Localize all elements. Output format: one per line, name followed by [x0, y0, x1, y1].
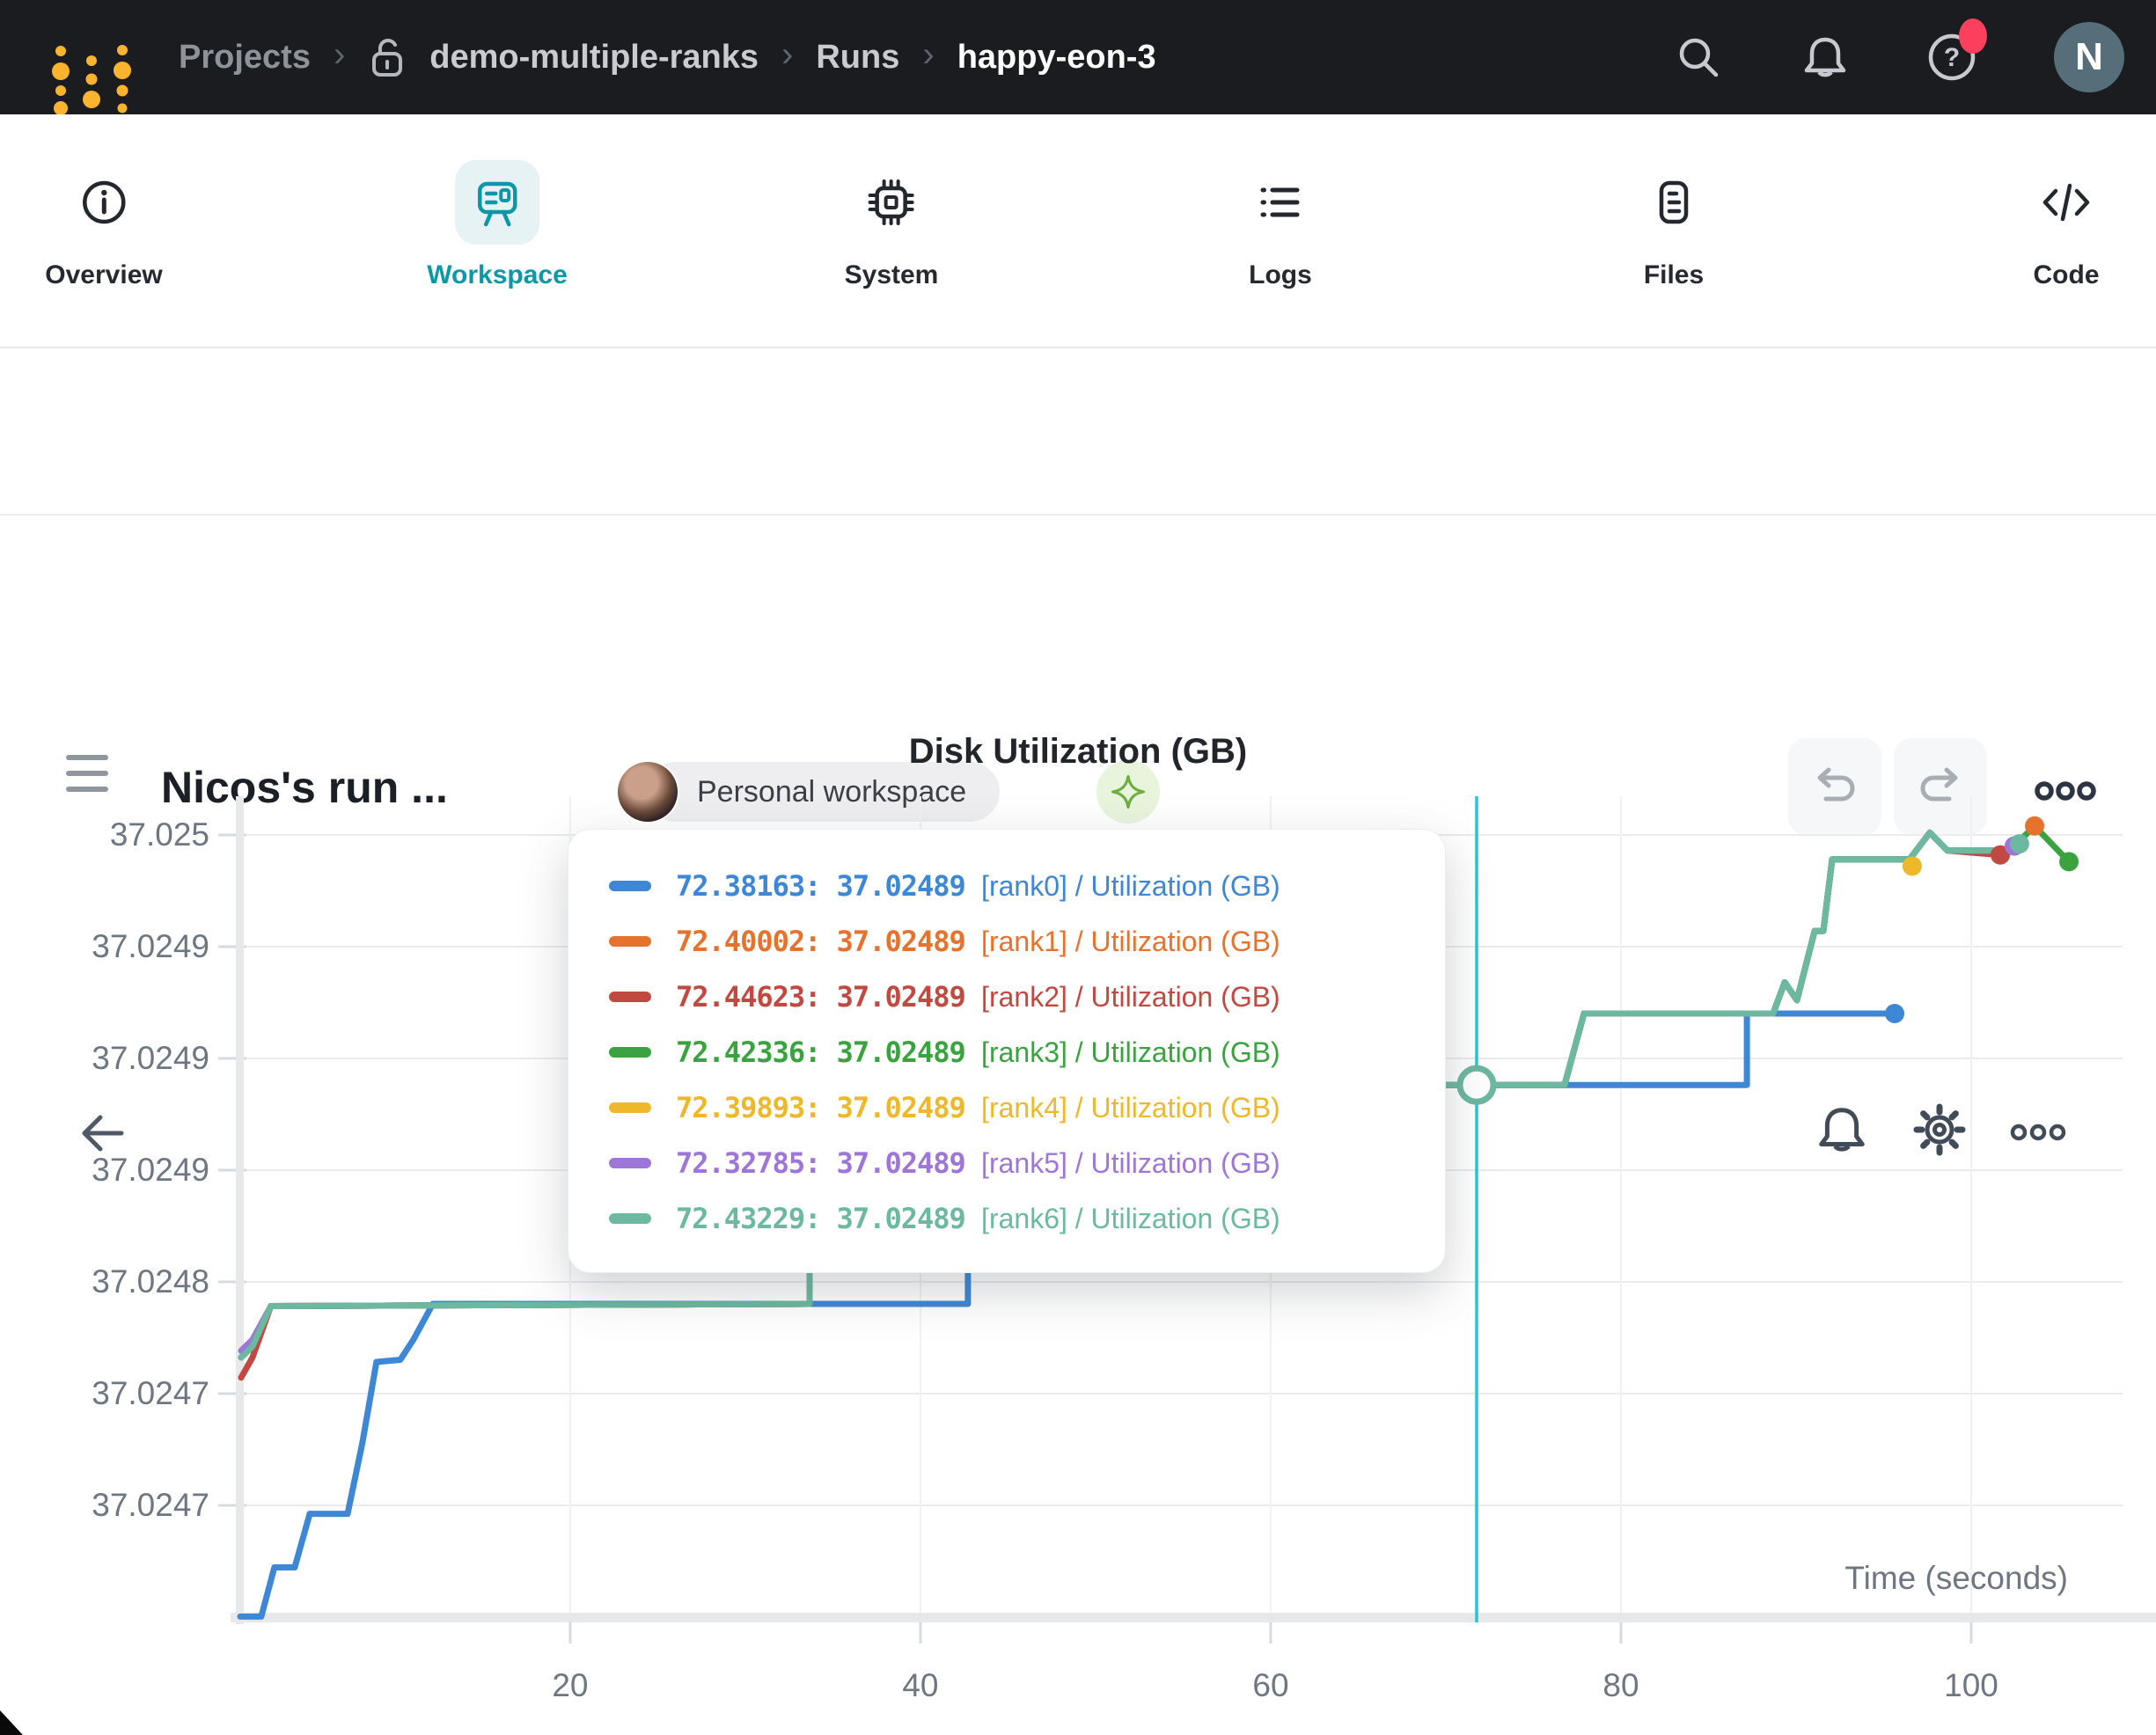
series-swatch-icon [609, 881, 651, 891]
wandb-logo-icon[interactable] [48, 39, 136, 114]
list-icon [1238, 160, 1323, 245]
tooltip-text: 72.38163: 37.02489 [rank0] / Utilization… [676, 869, 1280, 903]
tooltip-text: 72.42336: 37.02489 [rank3] / Utilization… [676, 1036, 1280, 1069]
tab-files[interactable]: Files [1632, 114, 1716, 290]
end-dot-rank6 [2010, 834, 2029, 853]
breadcrumb-projects[interactable]: Projects [179, 39, 311, 77]
tooltip-row: 72.38163: 37.02489 [rank0] / Utilization… [609, 858, 1445, 913]
tooltip-row: 72.44623: 37.02489 [rank2] / Utilization… [609, 969, 1445, 1024]
x-axis-title: Time (seconds) [1844, 1560, 2068, 1596]
notification-badge [1959, 18, 1987, 54]
tab-label: System [845, 260, 939, 290]
breadcrumb-runs[interactable]: Runs [816, 39, 899, 77]
breadcrumb-run-name: happy-eon-3 [957, 39, 1156, 77]
info-icon [62, 160, 146, 245]
y-tick-label: 37.025 [110, 816, 209, 853]
tab-label: Overview [45, 260, 162, 290]
tab-label: Logs [1238, 260, 1323, 290]
tab-label: Files [1632, 260, 1716, 290]
series-swatch-icon [609, 1047, 651, 1058]
series-swatch-icon [609, 1158, 651, 1168]
tooltip-text: 72.43229: 37.02489 [rank6] / Utilization… [676, 1202, 1280, 1235]
tooltip-row: 72.43229: 37.02489 [rank6] / Utilization… [609, 1190, 1445, 1246]
series-swatch-icon [609, 936, 651, 947]
y-tick-label: 37.0249 [92, 1152, 209, 1188]
top-navbar: Projects › demo-multiple-ranks › Runs › … [0, 0, 2156, 114]
series-swatch-icon [609, 1102, 651, 1113]
y-tick-label: 37.0247 [92, 1375, 209, 1411]
chart-tooltip: 72.38163: 37.02489 [rank0] / Utilization… [568, 829, 1446, 1273]
user-avatar[interactable]: N [2054, 22, 2124, 92]
chevron-right-icon: › [334, 35, 345, 75]
tab-code[interactable]: Code [2024, 114, 2108, 290]
tooltip-row: 72.42336: 37.02489 [rank3] / Utilization… [609, 1024, 1445, 1080]
tab-overview[interactable]: Overview [45, 114, 162, 290]
tooltip-row: 72.39893: 37.02489 [rank4] / Utilization… [609, 1080, 1445, 1135]
end-dot-rank3 [2059, 852, 2079, 871]
x-tick-label: 80 [1602, 1667, 1639, 1703]
tooltip-text: 72.32785: 37.02489 [rank5] / Utilization… [676, 1146, 1280, 1180]
cpu-chip-icon [849, 160, 934, 245]
run-tab-bar: Overview Workspace System Logs Files Cod… [0, 114, 2156, 348]
help-icon[interactable]: ? [1927, 33, 1976, 82]
tooltip-text: 72.44623: 37.02489 [rank2] / Utilization… [676, 980, 1280, 1014]
x-tick-label: 20 [552, 1667, 588, 1703]
series-swatch-icon [609, 1213, 651, 1224]
tooltip-row: 72.40002: 37.02489 [rank1] / Utilization… [609, 913, 1445, 969]
hover-point-marker [1460, 1068, 1493, 1102]
tab-system[interactable]: System [845, 114, 939, 290]
x-axis-line [231, 1613, 2156, 1622]
tooltip-text: 72.39893: 37.02489 [rank4] / Utilization… [676, 1091, 1280, 1124]
end-dot-rank1 [2025, 816, 2044, 836]
notifications-bell-icon[interactable] [1800, 33, 1850, 82]
unlock-icon [368, 36, 407, 78]
y-tick-label: 37.0249 [92, 928, 209, 964]
tab-logs[interactable]: Logs [1238, 114, 1323, 290]
workspace-owner-avatar [618, 762, 678, 822]
breadcrumb-project[interactable]: demo-multiple-ranks [429, 39, 759, 77]
code-icon [2024, 160, 2108, 245]
x-tick-label: 60 [1252, 1667, 1288, 1703]
end-dot-rank0 [1885, 1004, 1904, 1023]
breadcrumb: Projects › demo-multiple-ranks › Runs › … [179, 0, 1156, 114]
series-swatch-icon [609, 992, 651, 1002]
tab-label: Code [2024, 260, 2108, 290]
y-tick-label: 37.0248 [92, 1263, 209, 1299]
x-tick-label: 40 [902, 1667, 938, 1703]
document-icon [1632, 160, 1716, 245]
y-tick-label: 37.0247 [92, 1487, 209, 1523]
y-axis-line [236, 796, 244, 1624]
tooltip-text: 72.40002: 37.02489 [rank1] / Utilization… [676, 925, 1280, 958]
chevron-right-icon: › [781, 35, 793, 75]
tooltip-row: 72.32785: 37.02489 [rank5] / Utilization… [609, 1135, 1445, 1190]
workspace-board-icon [455, 160, 539, 245]
svg-text:?: ? [1944, 43, 1960, 72]
workspace-header: Nicos's run ... Personal workspace [0, 348, 2156, 516]
y-tick-label: 37.0249 [92, 1040, 209, 1076]
x-tick-label: 100 [1944, 1667, 1998, 1703]
cursor-artifact [0, 1710, 23, 1735]
panel-toolbar [0, 516, 2156, 718]
chevron-right-icon: › [922, 35, 934, 75]
end-dot-rank4 [1903, 856, 1922, 875]
tab-label: Workspace [427, 260, 568, 290]
search-icon[interactable] [1674, 33, 1723, 82]
tab-workspace[interactable]: Workspace [427, 114, 568, 290]
